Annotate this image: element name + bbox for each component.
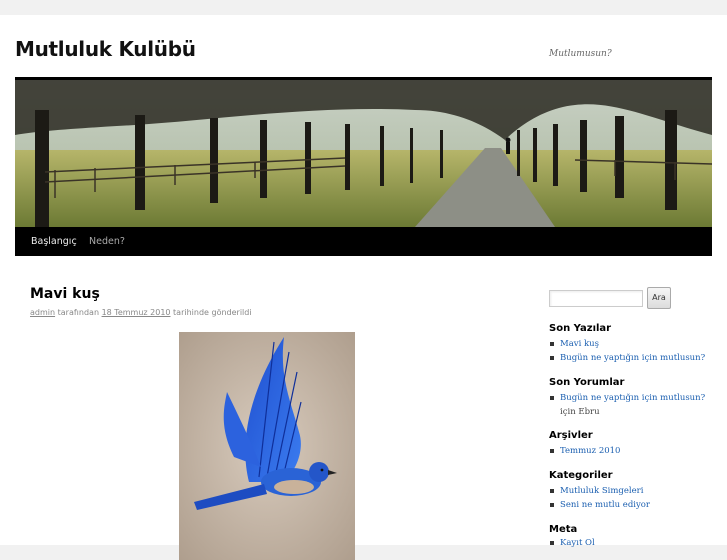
archives-title: Arşivler bbox=[549, 430, 593, 441]
post-title[interactable]: Mavi kuş bbox=[30, 286, 100, 302]
recent-comment-author: için Ebru bbox=[560, 407, 600, 417]
meta-title: Meta bbox=[549, 524, 578, 535]
list-item: Temmuz 2010 bbox=[549, 445, 620, 459]
post-author-link[interactable]: admin bbox=[30, 308, 55, 317]
list-item: Kayıt Ol bbox=[549, 537, 595, 551]
site-title[interactable]: Mutluluk Kulübü bbox=[15, 37, 196, 61]
nav-item-why[interactable]: Neden? bbox=[89, 236, 125, 247]
archives-list: Temmuz 2010 bbox=[549, 445, 620, 459]
site-description: Mutlumusun? bbox=[549, 49, 612, 59]
header-banner-image bbox=[15, 80, 712, 227]
blue-bird-image bbox=[179, 332, 355, 560]
list-item: Mutluluk Simgeleri bbox=[549, 485, 650, 499]
recent-post-link[interactable]: Bugün ne yaptığın için mutlusun? bbox=[560, 353, 705, 363]
recent-posts-list: Mavi kuş Bugün ne yaptığın için mutlusun… bbox=[549, 338, 705, 366]
post-date-link[interactable]: 18 Temmuz 2010 bbox=[102, 308, 171, 317]
category-link[interactable]: Seni ne mutlu ediyor bbox=[560, 500, 650, 510]
meta-list: Kayıt Ol bbox=[549, 537, 595, 551]
archive-link[interactable]: Temmuz 2010 bbox=[560, 446, 620, 456]
post-meta: admin tarafından 18 Temmuz 2010 tarihind… bbox=[30, 308, 252, 317]
list-item: Bugün ne yaptığın için mutlusun? bbox=[549, 352, 705, 366]
search-input[interactable] bbox=[549, 290, 643, 307]
list-item: Bugün ne yaptığın için mutlusun? bbox=[549, 392, 705, 406]
page-container: Mutluluk Kulübü Mutlumusun? Başlangıç Ne… bbox=[0, 15, 727, 560]
list-item: için Ebru bbox=[549, 406, 705, 420]
recent-comment-link[interactable]: Bugün ne yaptığın için mutlusun? bbox=[560, 393, 705, 403]
recent-post-link[interactable]: Mavi kuş bbox=[560, 339, 599, 349]
recent-posts-title: Son Yazılar bbox=[549, 323, 612, 334]
recent-comments-title: Son Yorumlar bbox=[549, 377, 625, 388]
post-by-text: tarafından bbox=[57, 308, 100, 317]
nav-item-home[interactable]: Başlangıç bbox=[31, 236, 77, 247]
post-posted-text: tarihinde gönderildi bbox=[173, 308, 252, 317]
search-button[interactable]: Ara bbox=[647, 287, 671, 309]
categories-title: Kategoriler bbox=[549, 470, 613, 481]
recent-comments-list: Bugün ne yaptığın için mutlusun? için Eb… bbox=[549, 392, 705, 420]
list-item: Mavi kuş bbox=[549, 338, 705, 352]
list-item: Seni ne mutlu ediyor bbox=[549, 499, 650, 513]
categories-list: Mutluluk Simgeleri Seni ne mutlu ediyor bbox=[549, 485, 650, 513]
main-navigation: Başlangıç Neden? bbox=[15, 227, 712, 256]
category-link[interactable]: Mutluluk Simgeleri bbox=[560, 486, 643, 496]
meta-link[interactable]: Kayıt Ol bbox=[560, 538, 595, 548]
